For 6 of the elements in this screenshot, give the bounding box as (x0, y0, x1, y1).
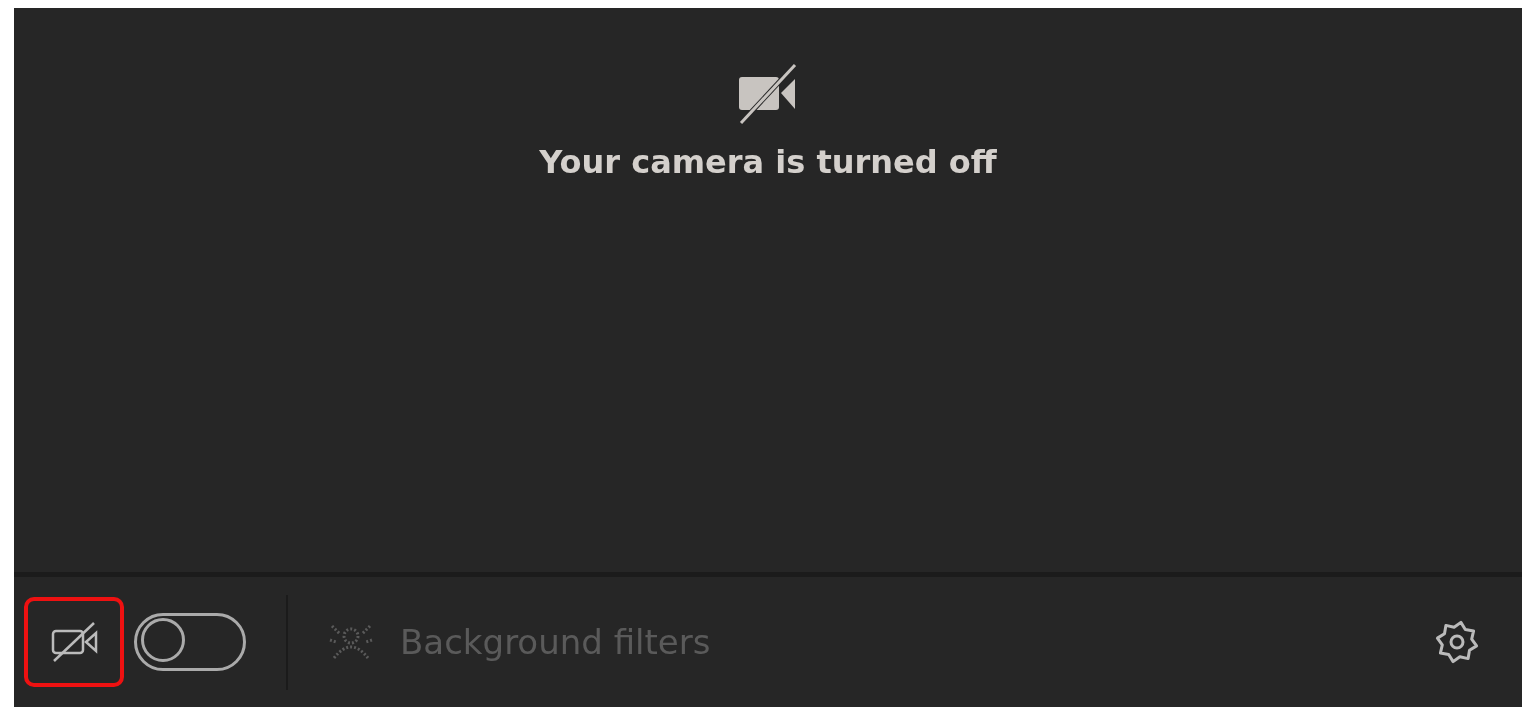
camera-off-icon (50, 621, 98, 663)
camera-off-icon (737, 63, 799, 125)
camera-button[interactable] (24, 597, 124, 687)
camera-off-message: Your camera is turned off (539, 143, 997, 181)
filter-icon (328, 622, 374, 662)
camera-toggle[interactable] (134, 613, 246, 671)
